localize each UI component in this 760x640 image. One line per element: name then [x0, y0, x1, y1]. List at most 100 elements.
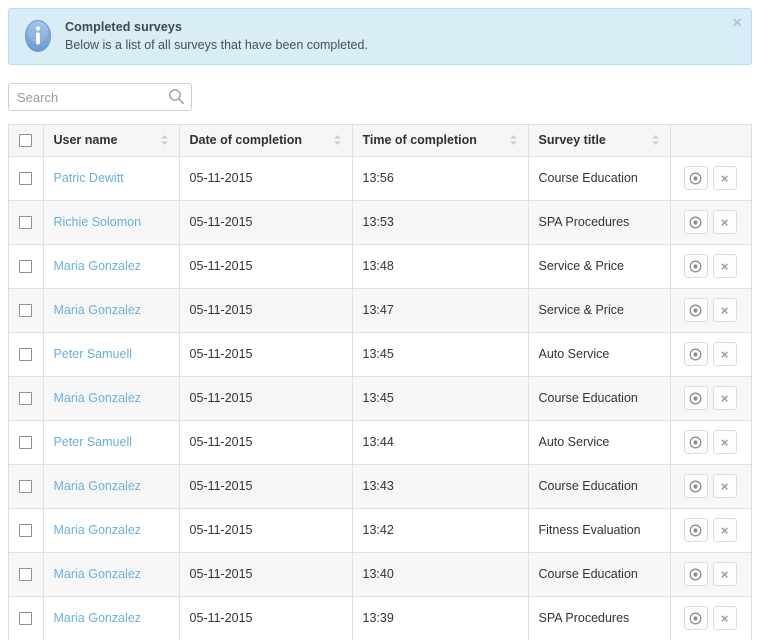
user-name-link[interactable]: Maria Gonzalez	[54, 303, 142, 317]
row-checkbox[interactable]	[19, 480, 33, 494]
cell-user-name: Maria Gonzalez	[43, 552, 180, 597]
delete-button[interactable]: ×	[712, 474, 737, 498]
delete-button[interactable]: ×	[712, 562, 737, 586]
row-checkbox[interactable]	[19, 216, 33, 230]
cell-user-name: Richie Solomon	[43, 200, 180, 245]
cell-date-of-completion: 05-11-2015	[179, 464, 353, 509]
cell-actions: ×	[670, 156, 751, 201]
cell-survey-title: Course Education	[528, 156, 671, 201]
eye-icon	[689, 568, 702, 581]
eye-icon	[689, 436, 702, 449]
delete-button[interactable]: ×	[712, 254, 737, 278]
eye-icon	[689, 304, 702, 317]
delete-button[interactable]: ×	[712, 298, 737, 322]
delete-button[interactable]: ×	[712, 386, 737, 410]
eye-icon	[689, 480, 702, 493]
cell-user-name: Maria Gonzalez	[43, 244, 180, 289]
column-label-survey-title: Survey title	[538, 133, 606, 148]
user-name-link[interactable]: Maria Gonzalez	[54, 259, 142, 273]
cell-user-name: Maria Gonzalez	[43, 376, 180, 421]
user-name-link[interactable]: Maria Gonzalez	[54, 523, 142, 537]
user-name-link[interactable]: Patric Dewitt	[54, 171, 124, 185]
view-button[interactable]	[683, 562, 708, 586]
close-icon[interactable]: ×	[732, 14, 742, 31]
cell-time-of-completion: 13:53	[352, 200, 529, 245]
info-circle-icon	[23, 18, 53, 54]
view-button[interactable]	[683, 430, 708, 454]
delete-button[interactable]: ×	[712, 518, 737, 542]
row-checkbox[interactable]	[19, 524, 33, 538]
table-row: Maria Gonzalez 05-11-2015 13:43 Course Educ…	[9, 464, 751, 509]
view-button[interactable]	[683, 166, 708, 190]
view-button[interactable]	[683, 386, 708, 410]
row-checkbox[interactable]	[19, 612, 33, 626]
row-checkbox[interactable]	[19, 304, 33, 318]
column-header-user-name[interactable]: User name	[43, 125, 180, 157]
column-header-actions	[670, 125, 751, 157]
sort-icon	[160, 134, 169, 146]
column-header-survey-title[interactable]: Survey title	[528, 125, 671, 157]
cell-date-of-completion: 05-11-2015	[179, 156, 353, 201]
delete-button[interactable]: ×	[712, 606, 737, 630]
close-x-icon: ×	[720, 170, 729, 186]
row-checkbox[interactable]	[19, 392, 33, 406]
table-row: Peter Samuell 05-11-2015 13:44 Auto Service…	[9, 420, 751, 465]
cell-date-of-completion: 05-11-2015	[179, 244, 353, 289]
alert-description: Below is a list of all surveys that have…	[65, 37, 368, 52]
column-header-date-of-completion[interactable]: Date of completion	[179, 125, 353, 157]
cell-actions: ×	[670, 288, 751, 333]
delete-button[interactable]: ×	[712, 166, 737, 190]
view-button[interactable]	[683, 210, 708, 234]
eye-icon	[689, 524, 702, 537]
table-row: Maria Gonzalez 05-11-2015 13:47 Service & P…	[9, 288, 751, 333]
row-select-cell	[9, 596, 44, 640]
row-select-cell	[9, 288, 44, 333]
cell-time-of-completion: 13:44	[352, 420, 529, 465]
cell-survey-title: Auto Service	[528, 332, 671, 377]
close-x-icon: ×	[720, 522, 729, 538]
cell-survey-title: Course Education	[528, 464, 671, 509]
view-button[interactable]	[683, 606, 708, 630]
user-name-link[interactable]: Richie Solomon	[54, 215, 142, 229]
user-name-link[interactable]: Maria Gonzalez	[54, 391, 142, 405]
cell-date-of-completion: 05-11-2015	[179, 200, 353, 245]
cell-survey-title: SPA Procedures	[528, 200, 671, 245]
cell-time-of-completion: 13:43	[352, 464, 529, 509]
table-row: Peter Samuell 05-11-2015 13:45 Auto Service…	[9, 332, 751, 377]
table-body: Patric Dewitt 05-11-2015 13:56 Course Educa…	[9, 156, 751, 640]
view-button[interactable]	[683, 518, 708, 542]
row-checkbox[interactable]	[19, 260, 33, 274]
user-name-link[interactable]: Maria Gonzalez	[54, 479, 142, 493]
cell-user-name: Maria Gonzalez	[43, 288, 180, 333]
table-row: Patric Dewitt 05-11-2015 13:56 Course Educa…	[9, 156, 751, 201]
user-name-link[interactable]: Peter Samuell	[54, 347, 133, 361]
sort-icon	[509, 134, 518, 146]
delete-button[interactable]: ×	[712, 210, 737, 234]
cell-time-of-completion: 13:40	[352, 552, 529, 597]
user-name-link[interactable]: Maria Gonzalez	[54, 611, 142, 625]
column-label-date-of-completion: Date of completion	[189, 133, 303, 148]
row-checkbox[interactable]	[19, 436, 33, 450]
select-all-checkbox[interactable]	[19, 134, 33, 148]
user-name-link[interactable]: Maria Gonzalez	[54, 567, 142, 581]
column-header-time-of-completion[interactable]: Time of completion	[352, 125, 529, 157]
row-checkbox[interactable]	[19, 172, 33, 186]
alert-text-block: Completed surveys Below is a list of all…	[65, 19, 721, 54]
delete-button[interactable]: ×	[712, 430, 737, 454]
table-row: Maria Gonzalez 05-11-2015 13:42 Fitness Eva…	[9, 508, 751, 553]
row-select-cell	[9, 376, 44, 421]
row-checkbox[interactable]	[19, 568, 33, 582]
view-button[interactable]	[683, 254, 708, 278]
view-button[interactable]	[683, 342, 708, 366]
view-button[interactable]	[683, 298, 708, 322]
cell-date-of-completion: 05-11-2015	[179, 420, 353, 465]
view-button[interactable]	[683, 474, 708, 498]
delete-button[interactable]: ×	[712, 342, 737, 366]
cell-user-name: Maria Gonzalez	[43, 508, 180, 553]
row-select-cell	[9, 464, 44, 509]
cell-time-of-completion: 13:45	[352, 376, 529, 421]
row-select-cell	[9, 244, 44, 289]
search-input[interactable]	[8, 83, 192, 111]
user-name-link[interactable]: Peter Samuell	[54, 435, 133, 449]
row-checkbox[interactable]	[19, 348, 33, 362]
